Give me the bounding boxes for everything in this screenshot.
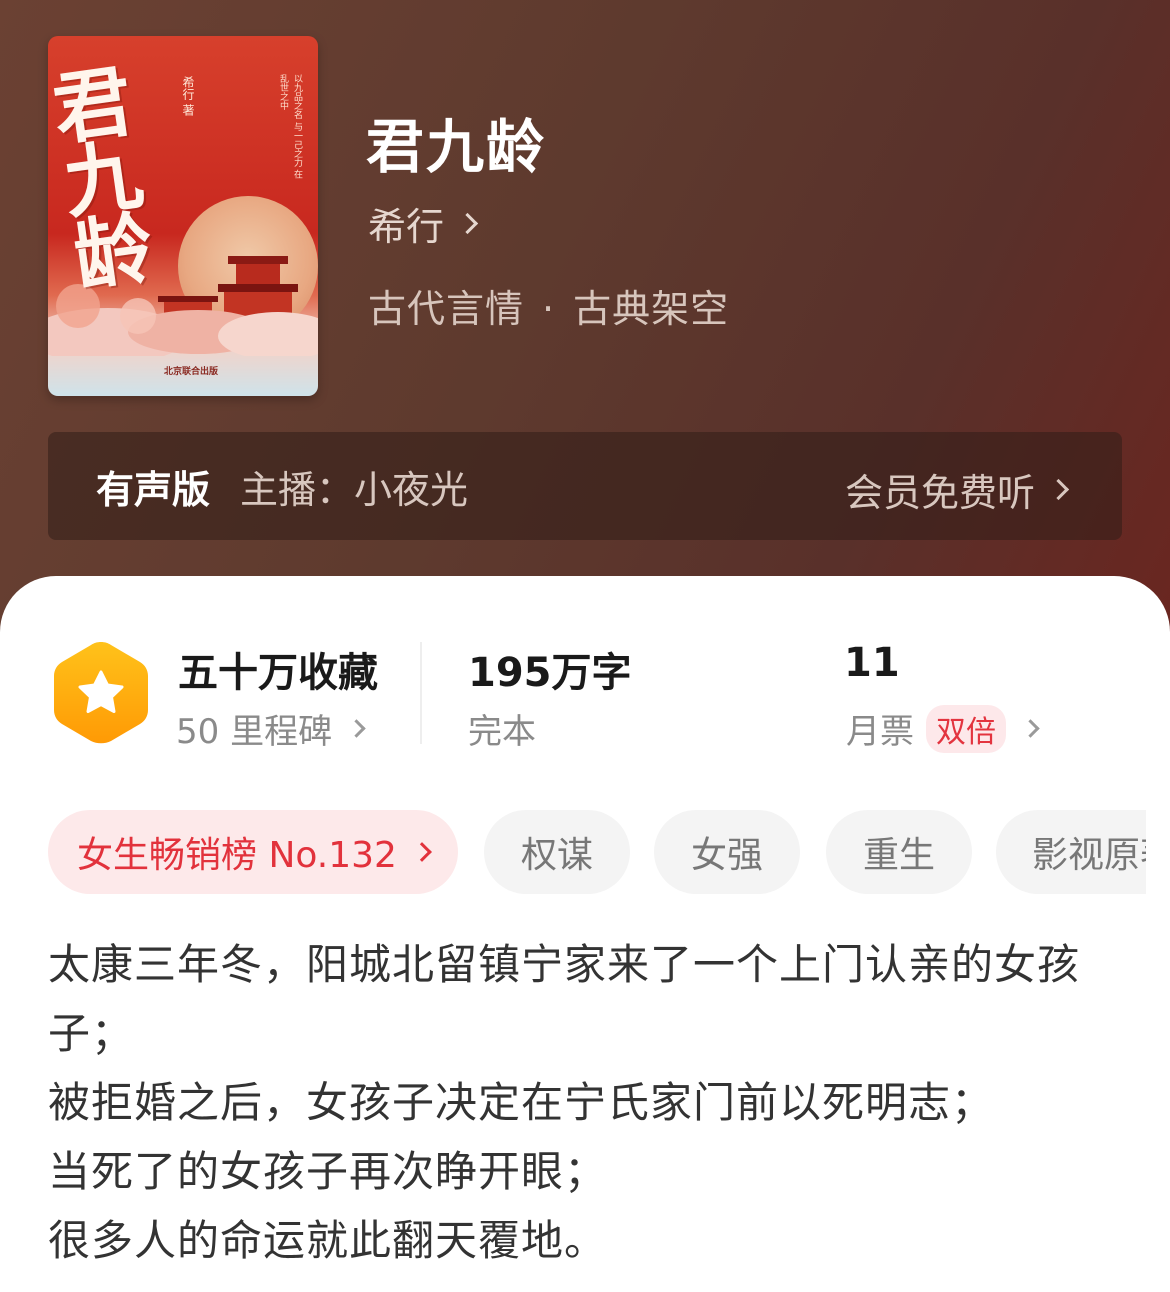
ranking-tag[interactable]: 女生畅销榜 No.132 bbox=[48, 810, 458, 894]
author-name: 希行 bbox=[368, 205, 445, 249]
author-link[interactable]: 希行 bbox=[368, 196, 479, 251]
star-badge-icon bbox=[54, 642, 148, 744]
monthly-votes-link[interactable]: 月票 双倍 bbox=[846, 704, 1040, 753]
chevron-right-icon bbox=[347, 719, 366, 738]
tag-rebirth[interactable]: 重生 bbox=[826, 810, 972, 894]
monthly-votes-count: 11 bbox=[844, 640, 900, 686]
milestone-link[interactable]: 50 里程碑 bbox=[176, 704, 366, 753]
ranking-tag-label: 女生畅销榜 No.132 bbox=[77, 835, 397, 876]
stats-divider bbox=[420, 642, 422, 744]
genre-primary[interactable]: 古代言情 bbox=[368, 287, 524, 331]
cover-poem: 以九品之名 与一己之力 在乱世之中 bbox=[278, 74, 302, 179]
completion-status: 完本 bbox=[468, 712, 536, 752]
book-cover[interactable]: 君九龄 希行 著 以九品之名 与一己之力 在乱世之中 北京联合出版 bbox=[48, 36, 318, 396]
tag-adaptation[interactable]: 影视原著 bbox=[996, 810, 1146, 894]
collection-count: 五十万收藏 bbox=[178, 650, 378, 696]
chevron-right-icon bbox=[1047, 478, 1070, 501]
tag-power-intrigue[interactable]: 权谋 bbox=[484, 810, 630, 894]
member-free-listen-label: 会员免费听 bbox=[844, 471, 1035, 515]
genre-separator: · bbox=[542, 287, 556, 331]
genre-secondary[interactable]: 古典架空 bbox=[573, 287, 729, 331]
milestone-label: 50 里程碑 bbox=[176, 712, 333, 752]
monthly-votes-label: 月票 bbox=[846, 712, 914, 752]
tag-list: 女生畅销榜 No.132 权谋 女强 重生 影视原著 bbox=[48, 810, 1146, 894]
description-line: 太康三年冬，阳城北留镇宁家来了一个上门认亲的女孩子； bbox=[48, 940, 1081, 1058]
description-line: 被拒婚之后，女孩子决定在宁氏家门前以死明志； bbox=[48, 1078, 995, 1127]
chevron-right-icon bbox=[412, 842, 432, 862]
double-votes-badge: 双倍 bbox=[926, 704, 1006, 753]
description-line: 很多人的命运就此翻天覆地。 bbox=[48, 1216, 608, 1265]
cover-publisher: 北京联合出版 bbox=[164, 367, 219, 377]
description-line: 当死了的女孩子再次睁开眼； bbox=[48, 1147, 608, 1196]
audio-host: 主播：小夜光 bbox=[240, 467, 469, 512]
member-free-listen-button[interactable]: 会员免费听 bbox=[844, 462, 1070, 517]
word-count: 195万字 bbox=[468, 650, 632, 696]
audio-version-bar[interactable]: 有声版 主播：小夜光 会员免费听 bbox=[48, 432, 1122, 540]
audio-label: 有声版 bbox=[96, 467, 211, 512]
cover-author-mark: 希行 著 bbox=[181, 76, 195, 116]
chevron-right-icon bbox=[1021, 719, 1040, 738]
book-description[interactable]: 太康三年冬，阳城北留镇宁家来了一个上门认亲的女孩子； 被拒婚之后，女孩子决定在宁… bbox=[48, 930, 1128, 1275]
chevron-right-icon bbox=[456, 212, 479, 235]
tag-strong-heroine[interactable]: 女强 bbox=[654, 810, 800, 894]
book-header: 君九龄 希行 著 以九品之名 与一己之力 在乱世之中 北京联合出版 君九龄 希行… bbox=[0, 0, 1170, 640]
genre-row: 古代言情 · 古典架空 bbox=[368, 278, 729, 333]
book-title: 君九龄 bbox=[366, 113, 547, 181]
